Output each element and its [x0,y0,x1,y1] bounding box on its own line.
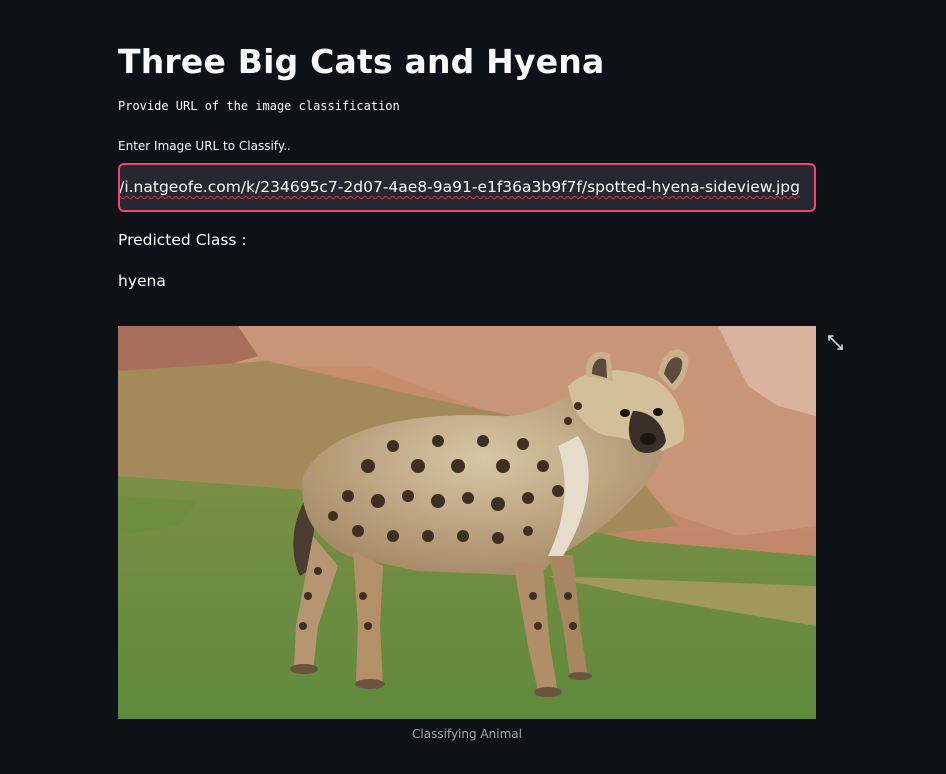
page-subtitle: Provide URL of the image classification [118,99,400,113]
page-title: Three Big Cats and Hyena [118,42,605,81]
url-input-label: Enter Image URL to Classify.. [118,139,291,153]
classified-image [118,326,816,719]
image-url-value: s://i.natgeofe.com/k/234695c7-2d07-4ae8-… [118,178,800,196]
predicted-class-label: Predicted Class : [118,231,247,249]
expand-icon[interactable] [826,333,846,353]
hyena-photo [118,326,816,719]
expand-icon-svg [828,335,843,350]
image-url-input[interactable]: s://i.natgeofe.com/k/234695c7-2d07-4ae8-… [118,163,816,212]
predicted-class-value: hyena [118,272,166,290]
image-caption: Classifying Animal [412,727,522,741]
